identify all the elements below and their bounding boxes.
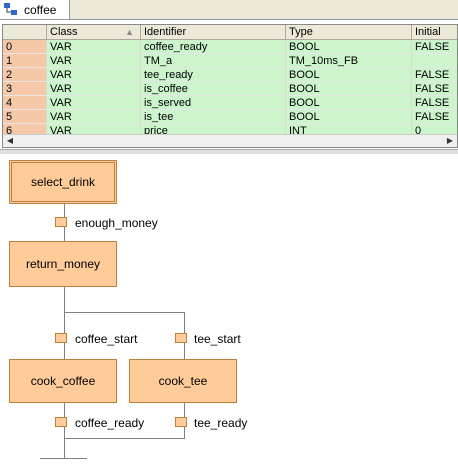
cell-type[interactable]: BOOL bbox=[286, 96, 412, 110]
transition-tee-ready[interactable] bbox=[175, 417, 187, 427]
transition-label: tee_ready bbox=[194, 416, 248, 430]
transition-tee-start[interactable] bbox=[175, 333, 187, 343]
transition-label: coffee_start bbox=[75, 332, 138, 346]
row-number[interactable]: 3 bbox=[3, 82, 47, 96]
horizontal-scrollbar[interactable]: ◀ ▶ bbox=[3, 134, 457, 147]
sfc-diagram-icon bbox=[4, 3, 17, 15]
table-row[interactable]: 1 VAR TM_a TM_10ms_FB bbox=[3, 54, 457, 68]
row-number[interactable]: 4 bbox=[3, 96, 47, 110]
cell-type[interactable]: BOOL bbox=[286, 82, 412, 96]
cell-class[interactable]: VAR bbox=[47, 68, 141, 82]
transition-label: enough_money bbox=[75, 216, 158, 230]
sort-arrow-icon: ▲ bbox=[125, 27, 134, 37]
col-header-identifier[interactable]: Identifier bbox=[141, 25, 286, 39]
connector bbox=[64, 438, 65, 458]
cell-class[interactable]: VAR bbox=[47, 40, 141, 54]
transition-label: tee_start bbox=[194, 332, 241, 346]
cell-identifier[interactable]: coffee_ready bbox=[141, 40, 286, 54]
transition-coffee-start[interactable] bbox=[55, 333, 67, 343]
cell-type[interactable]: BOOL bbox=[286, 40, 412, 54]
col-header-num[interactable] bbox=[3, 25, 47, 39]
cell-identifier[interactable]: TM_a bbox=[141, 54, 286, 68]
cell-type[interactable]: TM_10ms_FB bbox=[286, 54, 412, 68]
cell-initial[interactable]: FALSE bbox=[412, 82, 457, 96]
variable-table: Class ▲ Identifier Type Initial 0 VAR coff… bbox=[2, 24, 458, 148]
divergence-line bbox=[64, 312, 185, 313]
transition-coffee-ready[interactable] bbox=[55, 417, 67, 427]
col-header-class[interactable]: Class ▲ bbox=[47, 25, 141, 39]
cell-identifier[interactable]: is_served bbox=[141, 96, 286, 110]
transition-label: coffee_ready bbox=[75, 416, 145, 430]
table-row[interactable]: 0 VAR coffee_ready BOOL FALSE bbox=[3, 40, 457, 54]
cell-initial[interactable]: FALSE bbox=[412, 68, 457, 82]
connector bbox=[64, 287, 65, 312]
end-line bbox=[40, 458, 87, 459]
cell-identifier[interactable]: is_tee bbox=[141, 110, 286, 124]
cell-identifier[interactable]: is_coffee bbox=[141, 82, 286, 96]
sfc-chart: select_drink return_money cook_coffee co… bbox=[0, 154, 458, 467]
transition-enough-money[interactable] bbox=[55, 217, 67, 227]
row-number[interactable]: 1 bbox=[3, 54, 47, 68]
table-row[interactable]: 3 VAR is_coffee BOOL FALSE bbox=[3, 82, 457, 96]
scroll-right-icon[interactable]: ▶ bbox=[445, 136, 455, 146]
cell-initial[interactable] bbox=[412, 54, 457, 68]
step-cook-tee[interactable]: cook_tee bbox=[129, 359, 237, 403]
convergence-line bbox=[64, 438, 185, 439]
step-return-money[interactable]: return_money bbox=[9, 241, 117, 287]
cell-type[interactable]: BOOL bbox=[286, 110, 412, 124]
cell-initial[interactable]: FALSE bbox=[412, 96, 457, 110]
table-header: Class ▲ Identifier Type Initial bbox=[3, 25, 457, 40]
col-header-class-label: Class bbox=[50, 26, 78, 38]
table-row[interactable]: 2 VAR tee_ready BOOL FALSE bbox=[3, 68, 457, 82]
tab-coffee[interactable]: coffee bbox=[0, 0, 70, 19]
cell-class[interactable]: VAR bbox=[47, 54, 141, 68]
tab-bar: coffee bbox=[0, 0, 458, 20]
cell-initial[interactable]: FALSE bbox=[412, 110, 457, 124]
cell-initial[interactable]: FALSE bbox=[412, 40, 457, 54]
row-number[interactable]: 5 bbox=[3, 110, 47, 124]
cell-identifier[interactable]: tee_ready bbox=[141, 68, 286, 82]
row-number[interactable]: 0 bbox=[3, 40, 47, 54]
cell-class[interactable]: VAR bbox=[47, 110, 141, 124]
cell-class[interactable]: VAR bbox=[47, 96, 141, 110]
row-number[interactable]: 2 bbox=[3, 68, 47, 82]
col-header-initial[interactable]: Initial bbox=[412, 25, 457, 39]
table-row[interactable]: 4 VAR is_served BOOL FALSE bbox=[3, 96, 457, 110]
cell-type[interactable]: BOOL bbox=[286, 68, 412, 82]
step-select-drink[interactable]: select_drink bbox=[9, 160, 117, 204]
col-header-type[interactable]: Type bbox=[286, 25, 412, 39]
table-row[interactable]: 5 VAR is_tee BOOL FALSE bbox=[3, 110, 457, 124]
scroll-left-icon[interactable]: ◀ bbox=[5, 136, 15, 146]
step-cook-coffee[interactable]: cook_coffee bbox=[9, 359, 117, 403]
cell-class[interactable]: VAR bbox=[47, 82, 141, 96]
tab-label: coffee bbox=[24, 3, 57, 17]
